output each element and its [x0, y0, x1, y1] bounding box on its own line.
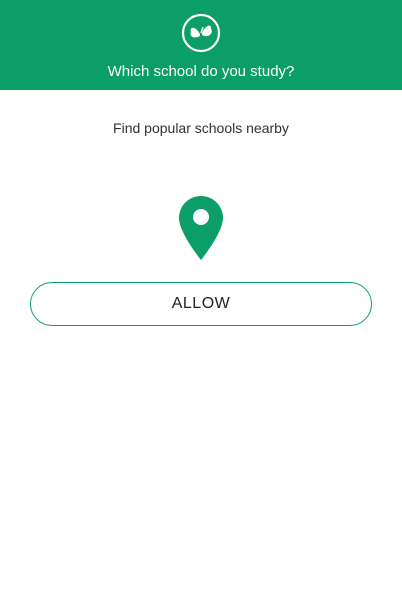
location-pin-icon [179, 196, 223, 260]
find-schools-text: Find popular schools nearby [113, 120, 289, 136]
header-bar: Which school do you study? [0, 0, 402, 90]
butterfly-logo-icon [181, 13, 221, 53]
allow-button-label: ALLOW [171, 295, 231, 312]
page-title: Which school do you study? [107, 63, 295, 80]
allow-button[interactable]: ALLOW [30, 282, 372, 326]
